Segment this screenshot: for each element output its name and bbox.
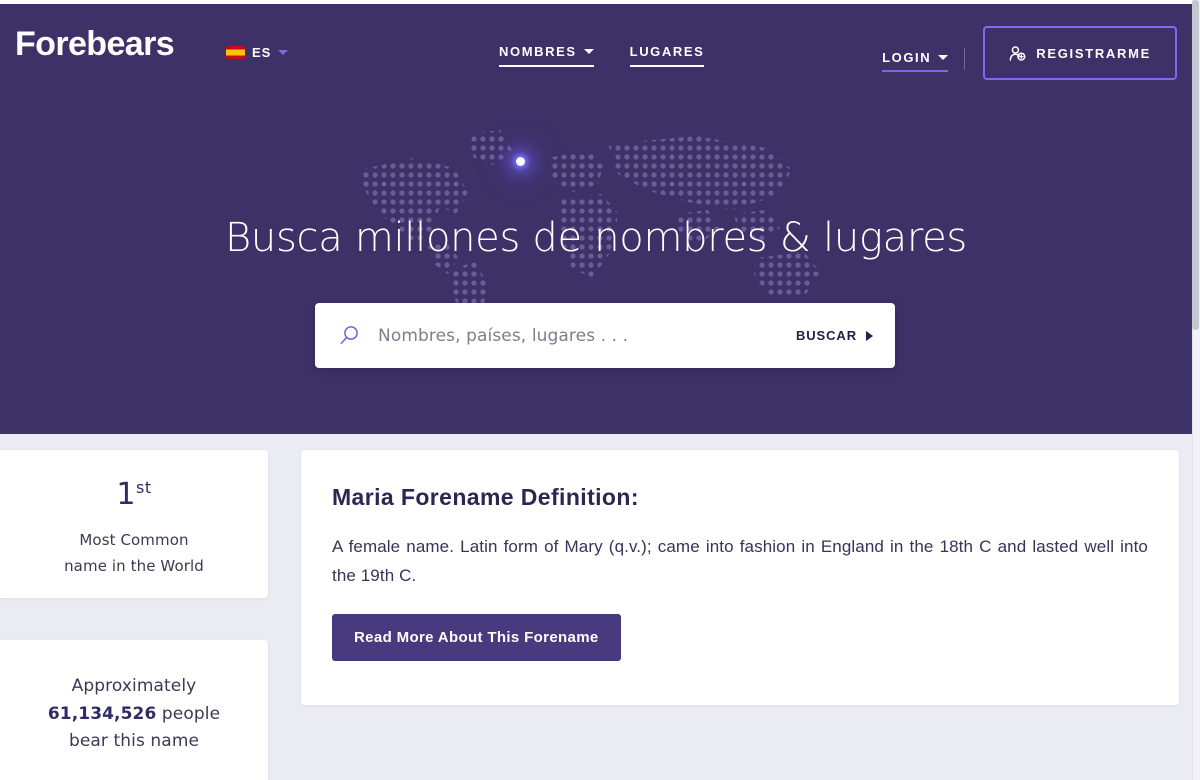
- top-navigation: Forebears ES NOMBRES LUGARES LOGIN REGIS…: [0, 4, 1192, 94]
- scrollbar-thumb[interactable]: [1192, 0, 1199, 330]
- login-label: LOGIN: [882, 49, 932, 65]
- rank-description-line2: name in the World: [64, 556, 204, 575]
- brand-logo[interactable]: Forebears: [15, 27, 175, 61]
- bearer-count-text: Approximately 61,134,526 people bear thi…: [0, 673, 268, 756]
- nav-item-nombres[interactable]: NOMBRES: [499, 44, 594, 67]
- bearer-count-line3: bear this name: [68, 731, 200, 752]
- bearer-count-line1: Approximately: [71, 676, 197, 696]
- rank-description: Most Common name in the World: [0, 528, 268, 580]
- chevron-down-icon: [583, 49, 594, 54]
- language-code: ES: [252, 45, 272, 60]
- triangle-right-icon: [866, 330, 873, 341]
- rank-value: 1st: [0, 480, 268, 510]
- nav-actions: LOGIN REGISTRARME: [882, 26, 1177, 80]
- search-submit-label: BUSCAR: [795, 328, 857, 343]
- page-root: Forebears ES NOMBRES LUGARES LOGIN REGIS…: [0, 0, 1200, 780]
- register-button[interactable]: REGISTRARME: [983, 26, 1177, 80]
- definition-panel: Maria Forename Definition: A female name…: [301, 450, 1179, 705]
- search-input[interactable]: [378, 325, 796, 346]
- language-selector[interactable]: ES: [226, 45, 289, 60]
- search-icon: [339, 325, 360, 346]
- rank-description-line1: Most Common: [79, 531, 189, 549]
- nav-links: NOMBRES LUGARES: [499, 44, 705, 67]
- search-submit-button[interactable]: BUSCAR: [796, 328, 873, 343]
- rank-number: 1: [116, 477, 136, 512]
- page-title: Maria Forename Definition:: [332, 484, 639, 510]
- chevron-down-icon: [278, 50, 289, 55]
- login-button[interactable]: LOGIN: [882, 49, 949, 72]
- bearer-count-line2: 61,134,526 people: [0, 701, 268, 729]
- definition-text: A female name. Latin form of Mary (q.v.)…: [332, 537, 1148, 586]
- nav-item-lugares[interactable]: LUGARES: [629, 44, 705, 67]
- hero-section: Forebears ES NOMBRES LUGARES LOGIN REGIS…: [0, 0, 1192, 434]
- page-scrollbar[interactable]: [1192, 0, 1200, 780]
- bearer-count-card: Approximately 61,134,526 people bear thi…: [0, 640, 268, 780]
- read-more-button[interactable]: Read More About This Forename: [332, 614, 621, 662]
- nav-divider: [964, 48, 966, 70]
- spain-flag-icon: [226, 46, 245, 59]
- nav-item-lugares-label: LUGARES: [629, 44, 705, 59]
- rank-card: 1st Most Common name in the World: [0, 450, 268, 598]
- hero-title: Busca millones de nombres & lugares: [225, 215, 967, 261]
- nav-item-nombres-label: NOMBRES: [499, 44, 577, 59]
- glowing-location-dot-icon: [516, 157, 525, 166]
- bearer-count-number: 61,134,526: [47, 703, 157, 724]
- chevron-down-icon: [938, 54, 949, 60]
- bearer-count-people-label: people: [156, 703, 221, 724]
- register-label: REGISTRARME: [1036, 45, 1151, 61]
- user-add-icon: [1009, 45, 1026, 61]
- rank-suffix: st: [135, 478, 152, 497]
- search-bar: BUSCAR: [315, 303, 895, 368]
